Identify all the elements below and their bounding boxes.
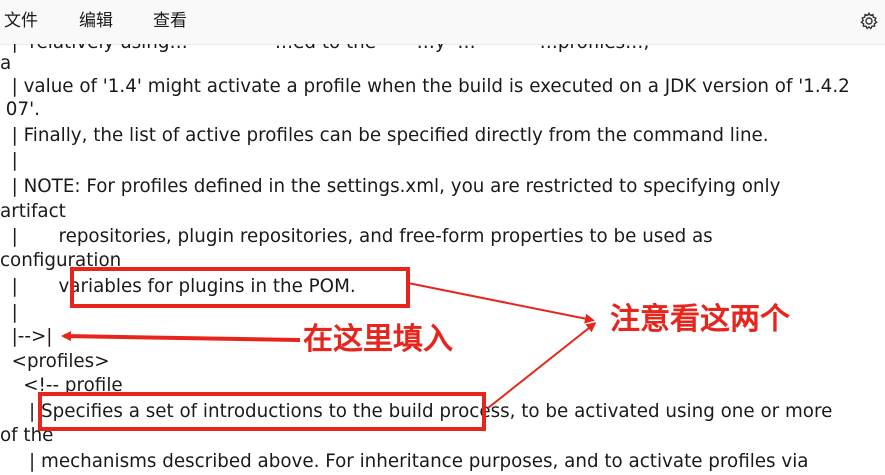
editor-line: 07'. <box>0 99 40 120</box>
editor-line-partial: | relatively using… …ed to the …y … …pro… <box>0 44 650 55</box>
text-editor-area[interactable]: | relatively using… …ed to the …y … …pro… <box>0 44 885 475</box>
editor-line: <!-- profile <box>0 375 123 396</box>
editor-line: | repositories, plugin repositories, and… <box>0 226 713 247</box>
menu-file[interactable]: 文件 <box>4 10 38 32</box>
menu-view[interactable]: 查看 <box>153 10 187 32</box>
editor-line: configuration <box>0 250 122 271</box>
editor-line: of the <box>0 425 54 446</box>
gear-icon[interactable] <box>859 11 879 31</box>
editor-line: | Specifies a set of introductions to th… <box>0 401 833 422</box>
editor-line: | <box>0 302 18 323</box>
menu-edit[interactable]: 编辑 <box>79 10 113 32</box>
editor-line: <profiles> <box>0 351 110 372</box>
editor-line: | variables for plugins in the POM. <box>0 276 356 297</box>
menu-bar: 文件 编辑 查看 <box>0 0 885 45</box>
editor-line: a <box>0 53 12 74</box>
editor-line: | mechanisms described above. For inheri… <box>0 451 809 472</box>
editor-line: |-->| <box>0 326 53 347</box>
annotation-note-two: 注意看这两个 <box>610 302 790 337</box>
editor-line: artifact <box>0 201 66 222</box>
editor-line: | Finally, the list of active profiles c… <box>0 125 769 146</box>
editor-line: | value of '1.4' might activate a profil… <box>0 76 850 97</box>
annotation-fill-here: 在这里填入 <box>303 322 453 357</box>
editor-line: | <box>0 150 18 171</box>
editor-line: | NOTE: For profiles defined in the sett… <box>0 176 781 197</box>
